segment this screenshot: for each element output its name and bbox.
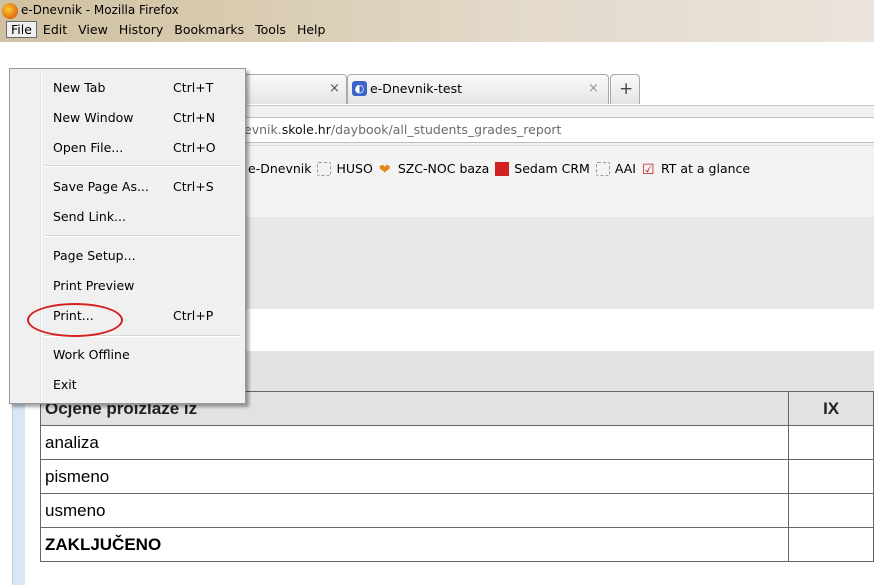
menu-bar: File Edit View History Bookmarks Tools H… bbox=[6, 19, 331, 40]
close-icon[interactable]: × bbox=[588, 81, 599, 96]
bookmark-aai[interactable]: AAI bbox=[595, 161, 636, 176]
close-icon[interactable]: × bbox=[329, 81, 340, 96]
menu-item-new-window[interactable]: New Window Ctrl+N bbox=[10, 106, 245, 130]
menu-edit[interactable]: Edit bbox=[38, 21, 72, 38]
menu-history[interactable]: History bbox=[114, 21, 168, 38]
row-label: pismeno bbox=[39, 459, 790, 494]
firefox-logo-icon bbox=[2, 3, 18, 19]
grade-cell bbox=[788, 425, 874, 460]
plus-icon: + bbox=[619, 79, 634, 99]
table-row: analiza bbox=[39, 425, 874, 460]
menu-bookmarks[interactable]: Bookmarks bbox=[169, 21, 249, 38]
bookmark-e-dnevnik[interactable]: e-Dnevnik bbox=[248, 161, 311, 176]
menu-file[interactable]: File bbox=[6, 21, 37, 38]
table-row: pismeno bbox=[39, 459, 874, 494]
menu-separator bbox=[44, 165, 240, 167]
grade-cell bbox=[788, 493, 874, 528]
bookmark-huso[interactable]: HUSO bbox=[317, 161, 373, 176]
column-header-ix: IX bbox=[788, 391, 874, 426]
print-highlight-circle bbox=[27, 303, 123, 337]
page-subheader-area bbox=[244, 309, 874, 352]
menu-item-new-tab[interactable]: New Tab Ctrl+T bbox=[10, 76, 245, 100]
heart-icon: ❤ bbox=[378, 161, 391, 178]
bookmarks-toolbar bbox=[244, 145, 874, 218]
menu-help[interactable]: Help bbox=[292, 21, 331, 38]
menu-item-save-page-as[interactable]: Save Page As... Ctrl+S bbox=[10, 175, 245, 199]
tab-label: e-Dnevnik-test bbox=[370, 81, 462, 96]
url-text: evnik.skole.hr/daybook/all_students_grad… bbox=[244, 122, 562, 137]
blank-page-icon bbox=[595, 161, 610, 176]
grade-cell bbox=[788, 527, 874, 562]
tab-strip: × ◐ e-Dnevnik-test × + bbox=[244, 74, 874, 105]
grades-table: Ocjene proizlaze iz IX analiza pismeno u… bbox=[39, 391, 874, 562]
window-title: e-Dnevnik - Mozilla Firefox bbox=[21, 3, 179, 17]
page-header-area bbox=[244, 217, 874, 309]
menu-item-print-preview[interactable]: Print Preview bbox=[10, 274, 245, 298]
menu-item-page-setup[interactable]: Page Setup... bbox=[10, 244, 245, 268]
bookmarks-row: e-Dnevnik HUSO ❤ SZC-NOC baza Sedam CRM … bbox=[248, 161, 756, 178]
table-row: ZAKLJUČENO bbox=[39, 527, 874, 562]
menu-item-exit[interactable]: Exit bbox=[10, 373, 245, 397]
bookmark-sedam-crm[interactable]: Sedam CRM bbox=[495, 161, 590, 176]
menu-separator bbox=[44, 235, 240, 237]
url-bar[interactable]: evnik.skole.hr/daybook/all_students_grad… bbox=[244, 117, 874, 143]
row-label-total: ZAKLJUČENO bbox=[39, 527, 790, 562]
bookmark-rt-at-a-glance[interactable]: ☑ RT at a glance bbox=[641, 161, 750, 178]
menu-item-open-file[interactable]: Open File... Ctrl+O bbox=[10, 136, 245, 160]
menu-view[interactable]: View bbox=[73, 21, 113, 38]
tab-e-dnevnik-test[interactable]: ◐ e-Dnevnik-test × bbox=[347, 74, 609, 104]
page-side-bar bbox=[12, 390, 25, 585]
file-menu-dropdown: New Tab Ctrl+T New Window Ctrl+N Open File… bbox=[9, 68, 246, 404]
checkbox-icon: ☑ bbox=[641, 161, 655, 178]
url-domain: skole.hr bbox=[281, 122, 331, 137]
sedam-logo-icon bbox=[495, 161, 510, 176]
row-label: usmeno bbox=[39, 493, 790, 528]
new-tab-button[interactable]: + bbox=[610, 74, 640, 104]
grade-cell bbox=[788, 459, 874, 494]
tab-e-dnevnik[interactable]: × bbox=[244, 74, 347, 104]
menu-tools[interactable]: Tools bbox=[250, 21, 291, 38]
table-row: usmeno bbox=[39, 493, 874, 528]
blank-page-icon bbox=[317, 161, 332, 176]
row-label: analiza bbox=[39, 425, 790, 460]
edge-sync-icon: ◐ bbox=[352, 81, 367, 96]
menu-item-work-offline[interactable]: Work Offline bbox=[10, 343, 245, 367]
menu-item-send-link[interactable]: Send Link... bbox=[10, 205, 245, 229]
bookmark-szc-noc-baza[interactable]: ❤ SZC-NOC baza bbox=[378, 161, 489, 178]
